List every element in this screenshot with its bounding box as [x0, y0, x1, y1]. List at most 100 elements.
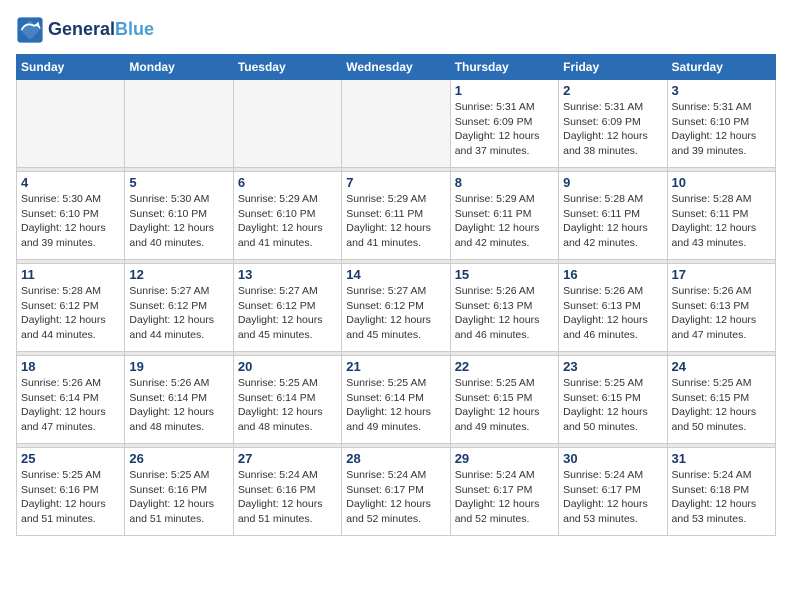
day-number: 16 — [563, 267, 662, 282]
day-info: Sunrise: 5:25 AM Sunset: 6:14 PM Dayligh… — [346, 376, 445, 435]
calendar-cell: 22Sunrise: 5:25 AM Sunset: 6:15 PM Dayli… — [450, 356, 558, 444]
day-number: 26 — [129, 451, 228, 466]
day-info: Sunrise: 5:25 AM Sunset: 6:14 PM Dayligh… — [238, 376, 337, 435]
calendar-cell: 14 Sunrise: 5:27 AM Sunset: 6:12 PM Dayli… — [342, 264, 450, 352]
calendar-cell: 10Sunrise: 5:28 AM Sunset: 6:11 PM Dayli… — [667, 172, 775, 260]
calendar-cell: 19 Sunrise: 5:26 AM Sunset: 6:14 PM Dayli… — [125, 356, 233, 444]
day-info: Sunrise: 5:26 AM Sunset: 6:14 PM Dayligh… — [21, 376, 120, 435]
day-info: Sunrise: 5:31 AM Sunset: 6:10 PM Dayligh… — [672, 100, 771, 159]
day-number: 29 — [455, 451, 554, 466]
calendar-cell: 28 Sunrise: 5:24 AM Sunset: 6:17 PM Dayli… — [342, 448, 450, 536]
day-info: Sunrise: 5:27 AM Sunset: 6:12 PM Dayligh… — [346, 284, 445, 343]
day-number: 28 — [346, 451, 445, 466]
day-info: Sunrise: 5:30 AM Sunset: 6:10 PM Dayligh… — [21, 192, 120, 251]
logo-icon — [16, 16, 44, 44]
calendar-header-row: SundayMondayTuesdayWednesdayThursdayFrid… — [17, 55, 776, 80]
day-info: Sunrise: 5:26 AM Sunset: 6:13 PM Dayligh… — [455, 284, 554, 343]
day-number: 15 — [455, 267, 554, 282]
calendar-week-4: 18 Sunrise: 5:26 AM Sunset: 6:14 PM Dayli… — [17, 356, 776, 444]
calendar-cell: 3 Sunrise: 5:31 AM Sunset: 6:10 PM Daylig… — [667, 80, 775, 168]
day-info: Sunrise: 5:26 AM Sunset: 6:13 PM Dayligh… — [672, 284, 771, 343]
logo-text: GeneralBlue — [48, 20, 154, 40]
day-info: Sunrise: 5:26 AM Sunset: 6:14 PM Dayligh… — [129, 376, 228, 435]
logo: GeneralBlue — [16, 16, 154, 44]
day-info: Sunrise: 5:29 AM Sunset: 6:10 PM Dayligh… — [238, 192, 337, 251]
day-number: 25 — [21, 451, 120, 466]
calendar-cell: 29 Sunrise: 5:24 AM Sunset: 6:17 PM Dayli… — [450, 448, 558, 536]
calendar-cell: 7 Sunrise: 5:29 AM Sunset: 6:11 PM Daylig… — [342, 172, 450, 260]
day-header-thursday: Thursday — [450, 55, 558, 80]
day-info: Sunrise: 5:24 AM Sunset: 6:18 PM Dayligh… — [672, 468, 771, 527]
day-number: 9 — [563, 175, 662, 190]
day-number: 21 — [346, 359, 445, 374]
calendar-cell: 23Sunrise: 5:25 AM Sunset: 6:15 PM Dayli… — [559, 356, 667, 444]
page-header: GeneralBlue — [16, 16, 776, 44]
calendar-cell: 17 Sunrise: 5:26 AM Sunset: 6:13 PM Dayli… — [667, 264, 775, 352]
day-info: Sunrise: 5:24 AM Sunset: 6:17 PM Dayligh… — [455, 468, 554, 527]
calendar-cell: 6 Sunrise: 5:29 AM Sunset: 6:10 PM Daylig… — [233, 172, 341, 260]
calendar-cell: 16 Sunrise: 5:26 AM Sunset: 6:13 PM Dayli… — [559, 264, 667, 352]
calendar-cell: 24Sunrise: 5:25 AM Sunset: 6:15 PM Dayli… — [667, 356, 775, 444]
calendar-cell: 11Sunrise: 5:28 AM Sunset: 6:12 PM Dayli… — [17, 264, 125, 352]
day-number: 31 — [672, 451, 771, 466]
day-info: Sunrise: 5:28 AM Sunset: 6:11 PM Dayligh… — [563, 192, 662, 251]
calendar-cell: 20 Sunrise: 5:25 AM Sunset: 6:14 PM Dayli… — [233, 356, 341, 444]
day-number: 27 — [238, 451, 337, 466]
day-info: Sunrise: 5:30 AM Sunset: 6:10 PM Dayligh… — [129, 192, 228, 251]
day-number: 10 — [672, 175, 771, 190]
calendar-cell: 31 Sunrise: 5:24 AM Sunset: 6:18 PM Dayli… — [667, 448, 775, 536]
day-info: Sunrise: 5:24 AM Sunset: 6:17 PM Dayligh… — [563, 468, 662, 527]
day-number: 6 — [238, 175, 337, 190]
calendar-cell: 8Sunrise: 5:29 AM Sunset: 6:11 PM Daylig… — [450, 172, 558, 260]
day-header-wednesday: Wednesday — [342, 55, 450, 80]
calendar-cell: 15 Sunrise: 5:26 AM Sunset: 6:13 PM Dayli… — [450, 264, 558, 352]
day-info: Sunrise: 5:27 AM Sunset: 6:12 PM Dayligh… — [129, 284, 228, 343]
day-number: 7 — [346, 175, 445, 190]
calendar-cell — [17, 80, 125, 168]
day-info: Sunrise: 5:25 AM Sunset: 6:15 PM Dayligh… — [672, 376, 771, 435]
day-number: 17 — [672, 267, 771, 282]
calendar-cell: 21 Sunrise: 5:25 AM Sunset: 6:14 PM Dayli… — [342, 356, 450, 444]
day-info: Sunrise: 5:24 AM Sunset: 6:17 PM Dayligh… — [346, 468, 445, 527]
day-info: Sunrise: 5:26 AM Sunset: 6:13 PM Dayligh… — [563, 284, 662, 343]
day-info: Sunrise: 5:27 AM Sunset: 6:12 PM Dayligh… — [238, 284, 337, 343]
calendar-cell: 9 Sunrise: 5:28 AM Sunset: 6:11 PM Daylig… — [559, 172, 667, 260]
calendar-cell: 12 Sunrise: 5:27 AM Sunset: 6:12 PM Dayli… — [125, 264, 233, 352]
calendar-cell — [125, 80, 233, 168]
calendar-week-3: 11Sunrise: 5:28 AM Sunset: 6:12 PM Dayli… — [17, 264, 776, 352]
day-number: 13 — [238, 267, 337, 282]
day-number: 2 — [563, 83, 662, 98]
calendar-cell: 27Sunrise: 5:24 AM Sunset: 6:16 PM Dayli… — [233, 448, 341, 536]
calendar-cell — [342, 80, 450, 168]
day-info: Sunrise: 5:25 AM Sunset: 6:16 PM Dayligh… — [21, 468, 120, 527]
day-info: Sunrise: 5:31 AM Sunset: 6:09 PM Dayligh… — [455, 100, 554, 159]
day-number: 12 — [129, 267, 228, 282]
day-info: Sunrise: 5:29 AM Sunset: 6:11 PM Dayligh… — [455, 192, 554, 251]
calendar-week-2: 4Sunrise: 5:30 AM Sunset: 6:10 PM Daylig… — [17, 172, 776, 260]
day-header-tuesday: Tuesday — [233, 55, 341, 80]
calendar-cell — [233, 80, 341, 168]
calendar-cell: 1 Sunrise: 5:31 AM Sunset: 6:09 PM Daylig… — [450, 80, 558, 168]
calendar-cell: 25 Sunrise: 5:25 AM Sunset: 6:16 PM Dayli… — [17, 448, 125, 536]
day-header-monday: Monday — [125, 55, 233, 80]
calendar-cell: 13 Sunrise: 5:27 AM Sunset: 6:12 PM Dayli… — [233, 264, 341, 352]
day-number: 18 — [21, 359, 120, 374]
day-number: 30 — [563, 451, 662, 466]
calendar-week-1: 1 Sunrise: 5:31 AM Sunset: 6:09 PM Daylig… — [17, 80, 776, 168]
calendar-table: SundayMondayTuesdayWednesdayThursdayFrid… — [16, 54, 776, 536]
day-info: Sunrise: 5:29 AM Sunset: 6:11 PM Dayligh… — [346, 192, 445, 251]
calendar-cell: 5Sunrise: 5:30 AM Sunset: 6:10 PM Daylig… — [125, 172, 233, 260]
day-info: Sunrise: 5:31 AM Sunset: 6:09 PM Dayligh… — [563, 100, 662, 159]
calendar-cell: 30 Sunrise: 5:24 AM Sunset: 6:17 PM Dayli… — [559, 448, 667, 536]
day-number: 3 — [672, 83, 771, 98]
day-number: 20 — [238, 359, 337, 374]
day-number: 14 — [346, 267, 445, 282]
day-number: 19 — [129, 359, 228, 374]
day-info: Sunrise: 5:25 AM Sunset: 6:16 PM Dayligh… — [129, 468, 228, 527]
day-header-saturday: Saturday — [667, 55, 775, 80]
calendar-cell: 4Sunrise: 5:30 AM Sunset: 6:10 PM Daylig… — [17, 172, 125, 260]
day-header-friday: Friday — [559, 55, 667, 80]
day-number: 1 — [455, 83, 554, 98]
calendar-week-5: 25 Sunrise: 5:25 AM Sunset: 6:16 PM Dayli… — [17, 448, 776, 536]
day-info: Sunrise: 5:25 AM Sunset: 6:15 PM Dayligh… — [455, 376, 554, 435]
